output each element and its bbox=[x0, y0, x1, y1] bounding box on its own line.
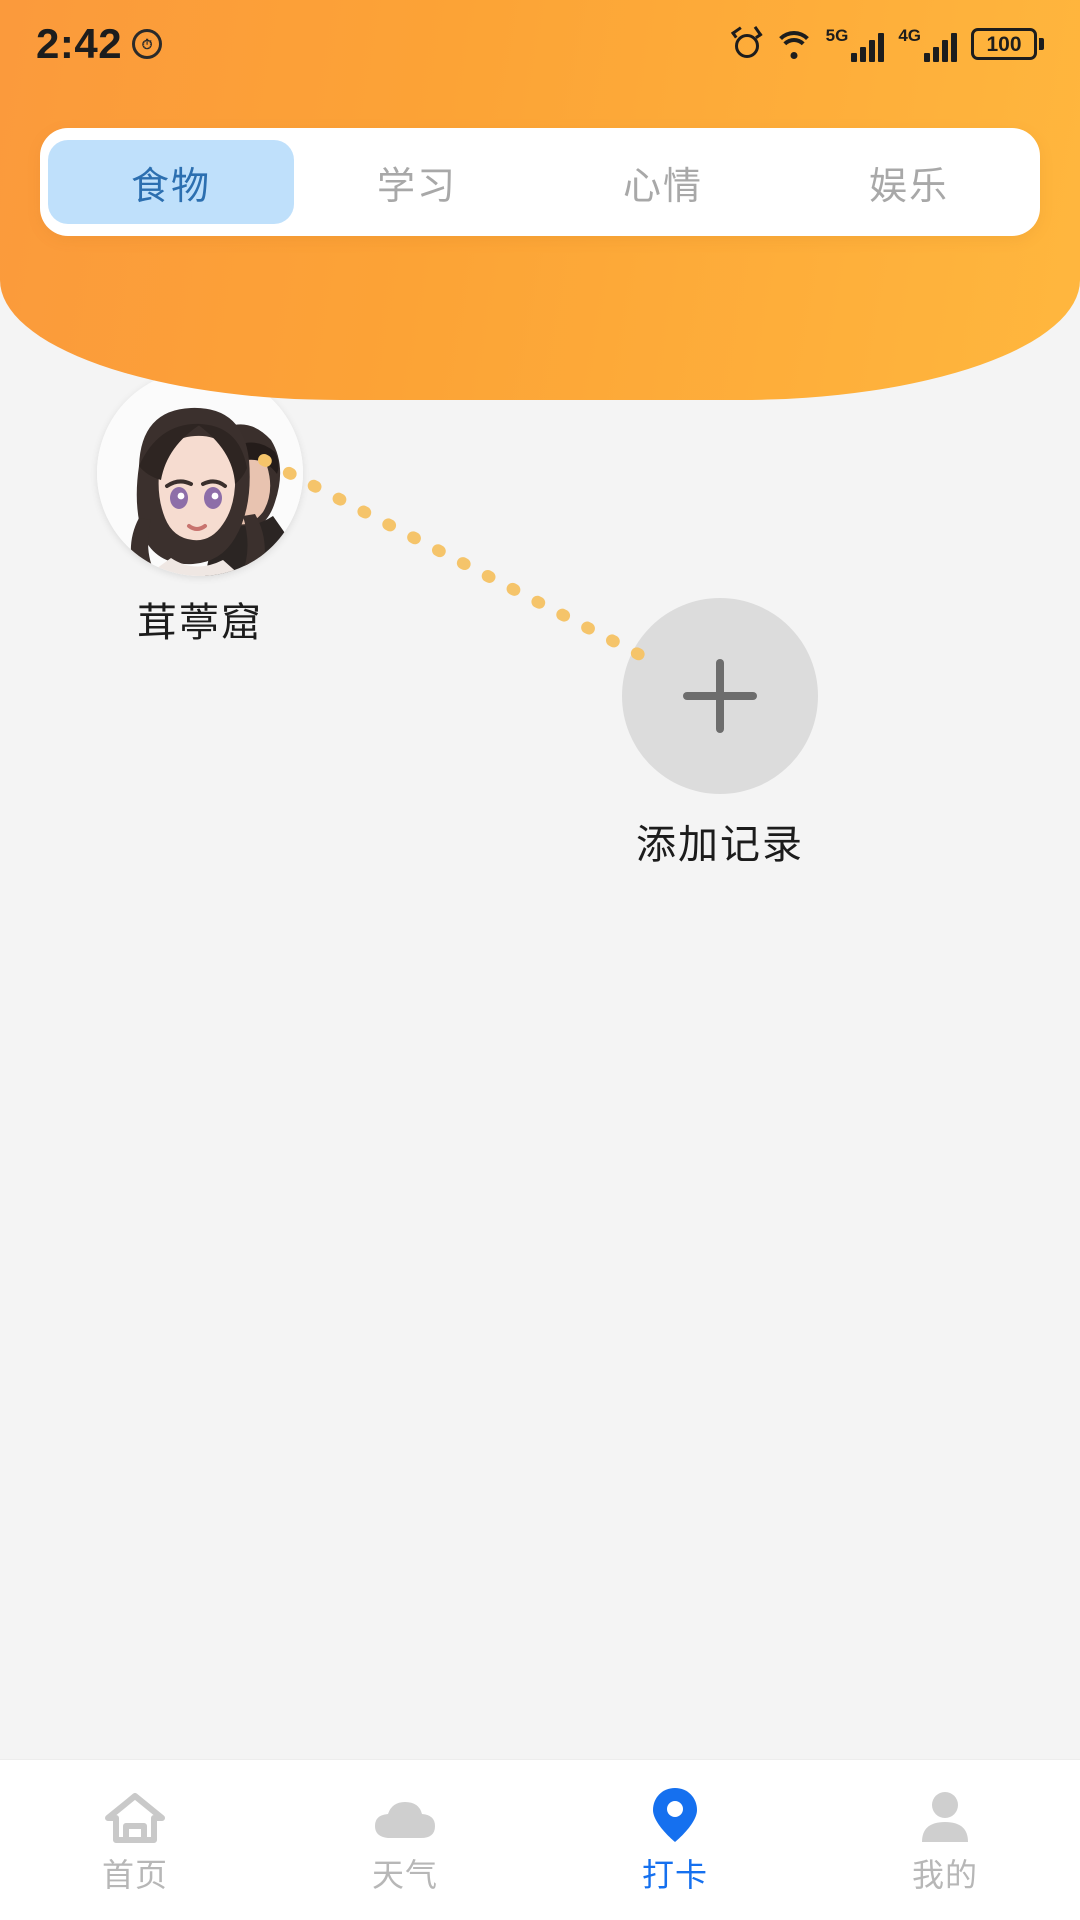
signal-group-2: 4G bbox=[898, 27, 957, 62]
nav-label-checkin: 打卡 bbox=[641, 1857, 708, 1893]
nav-label-weather: 天气 bbox=[371, 1857, 438, 1893]
main-content: 茸葶窟 添加记录 bbox=[0, 340, 1080, 1760]
dotted-connector bbox=[258, 454, 648, 662]
cloud-icon bbox=[371, 1784, 439, 1846]
category-tab-bar: 食物 学习 心情 娱乐 bbox=[40, 128, 1040, 236]
location-pin-icon bbox=[650, 1784, 700, 1846]
nav-label-home: 首页 bbox=[101, 1857, 168, 1893]
battery-level: 100 bbox=[986, 32, 1022, 56]
signal-bars-icon-2 bbox=[924, 32, 957, 62]
battery-icon: 100 bbox=[971, 28, 1044, 60]
tab-mood[interactable]: 心情 bbox=[540, 140, 786, 224]
tab-entertainment[interactable]: 娱乐 bbox=[786, 140, 1032, 224]
tab-food[interactable]: 食物 bbox=[48, 140, 294, 224]
wifi-icon bbox=[772, 30, 815, 59]
bottom-navigation: 首页 天气 打卡 我的 bbox=[0, 1759, 1080, 1920]
nav-item-checkin[interactable]: 打卡 bbox=[540, 1760, 810, 1920]
alarm-clock-small-icon: ⏱ bbox=[132, 29, 163, 59]
status-clock: 2:42 bbox=[36, 20, 123, 67]
nav-item-weather[interactable]: 天气 bbox=[270, 1760, 540, 1920]
app-screen: 2:42 ⏱ 5G 4G 100 食物 学习 心情 娱乐 茸葶窟 添加记录 首页… bbox=[0, 0, 1080, 1920]
alarm-icon bbox=[730, 25, 763, 59]
network-label-5g: 5G bbox=[825, 25, 849, 45]
signal-bars-icon bbox=[851, 32, 885, 62]
nav-label-profile: 我的 bbox=[911, 1857, 978, 1893]
status-bar-left: 2:42 ⏱ bbox=[36, 20, 163, 68]
home-icon bbox=[104, 1784, 166, 1846]
nav-item-profile[interactable]: 我的 bbox=[810, 1760, 1080, 1920]
tab-study[interactable]: 学习 bbox=[294, 140, 540, 224]
signal-group-1: 5G bbox=[826, 27, 885, 62]
nav-item-home[interactable]: 首页 bbox=[0, 1760, 270, 1920]
add-record-label: 添加记录 bbox=[636, 823, 804, 867]
status-bar: 2:42 ⏱ 5G 4G 100 bbox=[0, 0, 1080, 88]
person-icon bbox=[916, 1784, 974, 1846]
status-bar-right: 5G 4G 100 bbox=[730, 25, 1044, 62]
network-label-4g: 4G bbox=[898, 25, 921, 45]
